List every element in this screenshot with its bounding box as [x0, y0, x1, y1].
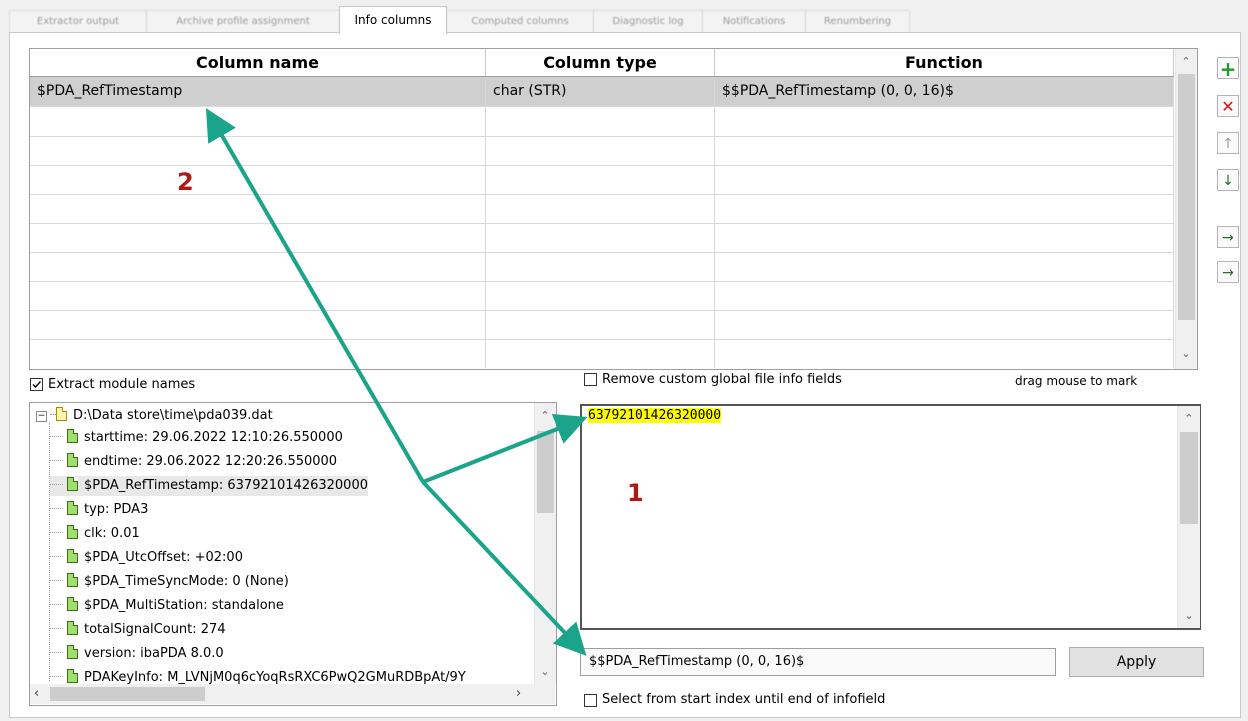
annotation-number-two: 2 — [177, 168, 194, 196]
info-field-icon — [67, 597, 78, 611]
info-field-icon — [67, 477, 78, 491]
extract-module-names-label: Extract module names — [48, 377, 196, 392]
tree-root-label: D:\Data store\time\pda039.dat — [73, 408, 273, 423]
grid-scrollbar-thumb[interactable] — [1178, 74, 1195, 320]
apply-button[interactable]: Apply — [1069, 647, 1204, 677]
info-field-icon — [67, 549, 78, 563]
tree-item[interactable]: $PDA_UtcOffset: +02:00 — [50, 548, 243, 568]
checkmark-icon — [32, 381, 42, 389]
tree-hscrollbar[interactable]: ‹ › — [30, 684, 534, 704]
import-icon[interactable]: → — [1217, 226, 1239, 248]
grid-scrollbar[interactable]: ⌃ ⌄ — [1175, 49, 1197, 369]
delete-row-button[interactable]: ✕ — [1217, 95, 1239, 117]
tree-item[interactable]: version: ibaPDA 8.0.0 — [50, 644, 224, 664]
scroll-up-icon[interactable]: ⌃ — [535, 409, 555, 422]
scroll-right-icon[interactable]: › — [516, 686, 521, 701]
tree-item[interactable]: starttime: 29.06.2022 12:10:26.550000 — [50, 428, 343, 448]
grid-row[interactable] — [30, 281, 1174, 311]
tree-item[interactable]: typ: PDA3 — [50, 500, 148, 520]
grid-row[interactable] — [30, 136, 1174, 166]
tree-hscroll-thumb[interactable] — [50, 687, 205, 701]
tab-diagnostic-log[interactable]: Diagnostic log — [593, 10, 703, 33]
tree-item[interactable]: totalSignalCount: 274 — [50, 620, 226, 640]
tab-info-columns[interactable]: Info columns — [339, 6, 447, 34]
scroll-left-icon[interactable]: ‹ — [34, 686, 39, 701]
tab-notifications[interactable]: Notifications — [702, 10, 806, 33]
cell-column-type[interactable]: char (STR) — [486, 77, 715, 106]
info-field-text[interactable]: 63792101426320000 ⌃ ⌄ — [580, 404, 1201, 630]
tree-vscroll-thumb[interactable] — [537, 431, 554, 513]
info-scrollbar[interactable]: ⌃ ⌄ — [1177, 406, 1200, 628]
select-from-start-label: Select from start index until end of inf… — [602, 692, 886, 707]
info-field-icon — [67, 573, 78, 587]
tab-archive-profile-assignment[interactable]: Archive profile assignment — [146, 10, 340, 33]
drag-hint: drag mouse to mark — [1015, 374, 1138, 388]
tree-vscrollbar[interactable]: ⌃ ⌄ — [534, 403, 556, 684]
info-field-icon — [67, 525, 78, 539]
info-field-icon — [67, 645, 78, 659]
scroll-up-icon[interactable]: ⌃ — [1179, 412, 1199, 425]
move-down-button[interactable]: ↓ — [1217, 169, 1239, 191]
tab-extractor-output[interactable]: Extractor output — [9, 10, 147, 33]
tree-item[interactable]: clk: 0.01 — [50, 524, 140, 544]
tree-root[interactable]: − D:\Data store\time\pda039.dat — [36, 406, 273, 426]
info-scroll-thumb[interactable] — [1180, 432, 1198, 524]
info-columns-grid: Column name Column type Function $PDA_Re… — [29, 48, 1198, 370]
move-up-button[interactable]: ↑ — [1217, 132, 1239, 154]
tree-item-selected[interactable]: $PDA_RefTimestamp: 63792101426320000 — [50, 476, 368, 496]
scroll-up-icon[interactable]: ⌃ — [1176, 55, 1196, 68]
scroll-down-icon[interactable]: ⌄ — [535, 665, 555, 678]
info-field-icon — [67, 429, 78, 443]
header-function[interactable]: Function — [715, 49, 1174, 76]
tree-item[interactable]: $PDA_MultiStation: standalone — [50, 596, 284, 616]
select-from-start-checkbox[interactable] — [584, 694, 597, 707]
grid-row[interactable] — [30, 107, 1174, 137]
add-row-button[interactable]: + — [1217, 57, 1239, 80]
grid-row[interactable] — [30, 339, 1174, 368]
tab-computed-columns[interactable]: Computed columns — [446, 10, 594, 33]
tree-item[interactable]: endtime: 29.06.2022 12:20:26.550000 — [50, 452, 337, 472]
info-field-icon — [67, 621, 78, 635]
extract-module-names-checkbox[interactable] — [30, 378, 43, 391]
annotation-number-one: 1 — [627, 479, 644, 507]
cell-function[interactable]: $$PDA_RefTimestamp (0, 0, 16)$ — [715, 77, 1174, 106]
header-column-type[interactable]: Column type — [486, 49, 715, 76]
grid-row[interactable] — [30, 310, 1174, 340]
grid-row[interactable]: $PDA_RefTimestamp char (STR) $$PDA_RefTi… — [30, 77, 1174, 107]
export-icon[interactable]: → — [1217, 261, 1239, 283]
file-icon — [56, 407, 67, 421]
remove-custom-fields-label: Remove custom global file info fields — [602, 372, 842, 387]
grid-row[interactable] — [30, 252, 1174, 282]
scroll-down-icon[interactable]: ⌄ — [1176, 347, 1196, 360]
grid-row[interactable] — [30, 165, 1174, 195]
grid-header: Column name Column type Function — [30, 49, 1174, 77]
function-field[interactable]: $$PDA_RefTimestamp (0, 0, 16)$ — [580, 648, 1056, 676]
grid-row[interactable] — [30, 223, 1174, 253]
scroll-corner — [534, 684, 555, 704]
info-field-icon — [67, 669, 78, 683]
file-info-tree: − D:\Data store\time\pda039.dat starttime… — [29, 402, 557, 706]
tab-renumbering[interactable]: Renumbering — [805, 10, 910, 33]
info-field-value[interactable]: 63792101426320000 — [588, 408, 722, 423]
cell-column-name[interactable]: $PDA_RefTimestamp — [30, 77, 486, 106]
info-field-icon — [67, 453, 78, 467]
grid-row[interactable] — [30, 194, 1174, 224]
info-field-icon — [67, 501, 78, 515]
tree-item[interactable]: $PDA_TimeSyncMode: 0 (None) — [50, 572, 289, 592]
scroll-down-icon[interactable]: ⌄ — [1179, 609, 1199, 622]
header-column-name[interactable]: Column name — [30, 49, 486, 76]
collapse-icon[interactable]: − — [36, 411, 47, 422]
remove-custom-fields-checkbox[interactable] — [584, 373, 597, 386]
